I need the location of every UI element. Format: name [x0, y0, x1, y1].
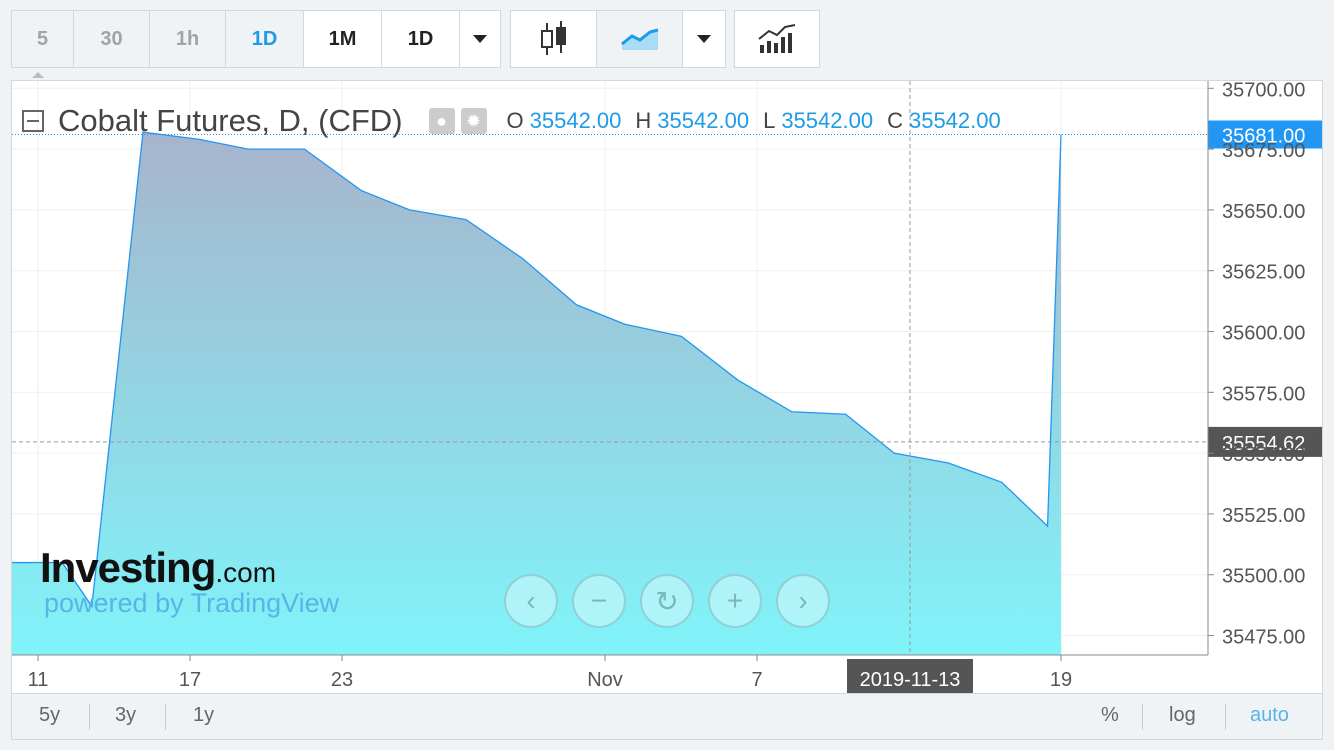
- close-label: C: [887, 108, 903, 133]
- data-point: [303, 148, 306, 151]
- y-tick-label: 35575.00: [1222, 383, 1305, 405]
- investing-watermark: Investing.com powered by TradingView: [40, 544, 339, 619]
- percent-scale-button[interactable]: %: [1101, 704, 1119, 727]
- plus-icon: +: [726, 585, 744, 616]
- log-scale-button[interactable]: log: [1169, 704, 1196, 727]
- y-tick-label: 35625.00: [1222, 262, 1305, 284]
- x-tick-label: 7: [751, 669, 762, 691]
- minus-icon: −: [590, 585, 608, 616]
- data-point: [465, 218, 468, 221]
- range-5y-button[interactable]: 5y: [39, 704, 60, 727]
- range-1y-button[interactable]: 1y: [193, 704, 214, 727]
- divider: [89, 704, 90, 730]
- investing-logo: Investing.com: [40, 544, 277, 591]
- low-label: L: [763, 108, 776, 133]
- chart-legend: Cobalt Futures, D, (CFD) ● ✹ O 35542.00 …: [22, 100, 1001, 142]
- refresh-icon: ↻: [655, 585, 679, 617]
- data-point: [360, 189, 363, 192]
- data-point: [736, 379, 739, 382]
- y-tick-label: 35600.00: [1222, 323, 1305, 345]
- y-tick-label: 35675.00: [1222, 140, 1305, 162]
- data-point: [246, 148, 249, 151]
- x-tick-label: 19: [1050, 669, 1072, 691]
- data-point: [680, 335, 683, 338]
- symbol-title: Cobalt Futures, D, (CFD): [58, 103, 403, 138]
- collapse-legend-button[interactable]: [22, 110, 44, 132]
- scroll-right-button[interactable]: ›: [776, 574, 830, 628]
- auto-scale-button[interactable]: auto: [1250, 704, 1289, 727]
- scroll-left-button[interactable]: ‹: [504, 574, 558, 628]
- range-3y-button[interactable]: 3y: [115, 704, 136, 727]
- data-point: [521, 257, 524, 260]
- chevron-right-icon: ›: [798, 585, 808, 616]
- data-point: [1000, 481, 1003, 484]
- high-label: H: [635, 108, 652, 133]
- y-tick-label: 35700.00: [1222, 79, 1305, 101]
- open-label: O: [506, 108, 524, 133]
- data-point: [844, 413, 847, 416]
- zoom-out-button[interactable]: −: [572, 574, 626, 628]
- x-tick-label: Nov: [587, 669, 623, 691]
- y-tick-label: 35550.00: [1222, 444, 1305, 466]
- reset-chart-button[interactable]: ↻: [640, 574, 694, 628]
- data-point: [790, 410, 793, 413]
- divider: [165, 704, 166, 730]
- close-value: 35542.00: [908, 108, 1001, 133]
- powered-by-text: powered by TradingView: [44, 588, 340, 618]
- data-point: [893, 452, 896, 455]
- x-tick-label: 23: [331, 669, 353, 691]
- data-point: [408, 208, 411, 211]
- high-value: 35542.00: [657, 108, 750, 133]
- divider: [1225, 704, 1226, 730]
- y-tick-label: 35525.00: [1222, 505, 1305, 527]
- chevron-left-icon: ‹: [526, 585, 536, 616]
- zoom-in-button[interactable]: +: [708, 574, 762, 628]
- bottom-bar: 5y 3y 1y % log auto: [11, 694, 1323, 740]
- crosshair-date-label: 2019-11-13: [860, 669, 961, 691]
- y-tick-label: 35475.00: [1222, 627, 1305, 649]
- data-point: [1046, 525, 1049, 528]
- data-point: [11, 561, 14, 564]
- data-point: [946, 461, 949, 464]
- low-value: 35542.00: [781, 108, 874, 133]
- data-point: [623, 323, 626, 326]
- divider: [1142, 704, 1143, 730]
- open-value: 35542.00: [529, 108, 622, 133]
- eye-icon[interactable]: ●: [428, 108, 455, 134]
- y-tick-label: 35650.00: [1222, 201, 1305, 223]
- x-tick-label: 11: [28, 669, 49, 691]
- gear-icon[interactable]: ✹: [460, 108, 487, 134]
- data-point: [575, 303, 578, 306]
- x-tick-label: 17: [179, 669, 201, 691]
- y-tick-label: 35500.00: [1222, 566, 1305, 588]
